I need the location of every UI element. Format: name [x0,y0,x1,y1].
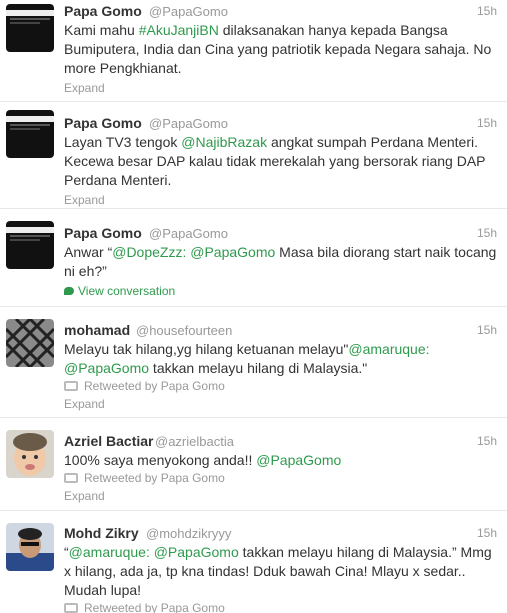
view-conversation-link[interactable]: View conversation [64,283,499,299]
expand-link[interactable]: Expand [64,488,499,504]
retweeted-by-label[interactable]: Retweeted by Papa Gomo [84,379,225,393]
tweet-timestamp[interactable]: 15h [477,526,497,540]
avatar[interactable] [6,110,54,158]
tweet-timestamp[interactable]: 15h [477,323,497,337]
avatar[interactable] [6,430,54,478]
text-segment: : [145,544,154,560]
view-conversation-label: View conversation [78,284,176,298]
avatar[interactable] [6,523,54,571]
retweet-icon [64,381,78,391]
retweeted-by-label[interactable]: Retweeted by Papa Gomo [84,471,225,485]
expand-link[interactable]: Expand [64,192,499,208]
avatar[interactable] [6,4,54,52]
text-segment: : [425,341,430,357]
text-segment: 100% saya menyokong anda!! [64,452,257,468]
expand-link[interactable]: Expand [64,396,499,412]
tweet-stream: Papa Gomo @PapaGomo 15h Kami mahu #AkuJa… [0,0,507,613]
avatar[interactable] [6,319,54,367]
user-handle[interactable]: @housefourteen [136,323,232,338]
tweet-timestamp[interactable]: 15h [477,116,497,130]
mention-link[interactable]: @amaruque [69,544,146,560]
tweet[interactable]: Papa Gomo @PapaGomo 15h Anwar “@DopeZzz:… [0,209,507,307]
text-segment: Melayu tak hilang,yg hilang ketuanan mel… [64,341,349,357]
tweet[interactable]: mohamad @housefourteen 15h Melayu tak hi… [0,307,507,418]
user-handle[interactable]: @PapaGomo [149,4,228,19]
hashtag-link[interactable]: #AkuJanjiBN [139,22,219,38]
user-handle[interactable]: @PapaGomo [149,116,228,131]
avatar[interactable] [6,221,54,269]
tweet[interactable]: Mohd Zikry @mohdzikryyy 15h “@amaruque: … [0,511,507,613]
user-fullname[interactable]: Papa Gomo [64,115,142,131]
tweet-text: Melayu tak hilang,yg hilang ketuanan mel… [64,340,499,378]
tweet[interactable]: Papa Gomo @PapaGomo 15h Layan TV3 tengok… [0,102,507,209]
tweet-text: Anwar “@DopeZzz: @PapaGomo Masa bila dio… [64,243,499,281]
conversation-icon [64,287,74,295]
mention-link[interactable]: @DopeZzz [112,244,182,260]
user-fullname[interactable]: Mohd Zikry [64,525,139,541]
tweet-timestamp[interactable]: 15h [477,4,497,18]
mention-link[interactable]: @NajibRazak [181,134,267,150]
mention-link[interactable]: @PapaGomo [190,244,275,260]
tweet-timestamp[interactable]: 15h [477,226,497,240]
user-fullname[interactable]: Papa Gomo [64,225,142,241]
mention-link[interactable]: @PapaGomo [64,360,149,376]
tweet-text: Kami mahu #AkuJanjiBN dilaksanakan hanya… [64,21,499,78]
tweet-text: “@amaruque: @PapaGomo takkan melayu hila… [64,543,499,600]
user-handle[interactable]: @PapaGomo [149,226,228,241]
text-segment: Anwar “ [64,244,113,260]
tweet-text: 100% saya menyokong anda!! @PapaGomo [64,451,499,470]
mention-link[interactable]: @amaruque [348,341,425,357]
retweet-icon [64,473,78,483]
retweet-context: Retweeted by Papa Gomo [64,470,499,486]
retweet-icon [64,603,78,613]
retweet-context: Retweeted by Papa Gomo [64,600,499,613]
retweet-context: Retweeted by Papa Gomo [64,378,499,394]
tweet-text: Layan TV3 tengok @NajibRazak angkat sump… [64,133,499,190]
text-segment: Layan TV3 tengok [64,134,182,150]
tweet-timestamp[interactable]: 15h [477,434,497,448]
user-handle[interactable]: @mohdzikryyy [146,526,231,541]
tweet[interactable]: Papa Gomo @PapaGomo 15h Kami mahu #AkuJa… [0,0,507,102]
expand-link[interactable]: Expand [64,80,499,96]
text-segment: takkan melayu hilang di Malaysia." [149,360,368,376]
user-fullname[interactable]: Papa Gomo [64,3,142,19]
tweet[interactable]: Azriel Bactiar @azrielbactia 15h 100% sa… [0,418,507,511]
retweeted-by-label[interactable]: Retweeted by Papa Gomo [84,601,225,613]
user-handle[interactable]: @azrielbactia [155,434,234,449]
text-segment: Kami mahu [64,22,139,38]
mention-link[interactable]: @PapaGomo [154,544,239,560]
mention-link[interactable]: @PapaGomo [256,452,341,468]
user-fullname[interactable]: Azriel Bactiar [64,433,153,449]
user-fullname[interactable]: mohamad [64,322,130,338]
